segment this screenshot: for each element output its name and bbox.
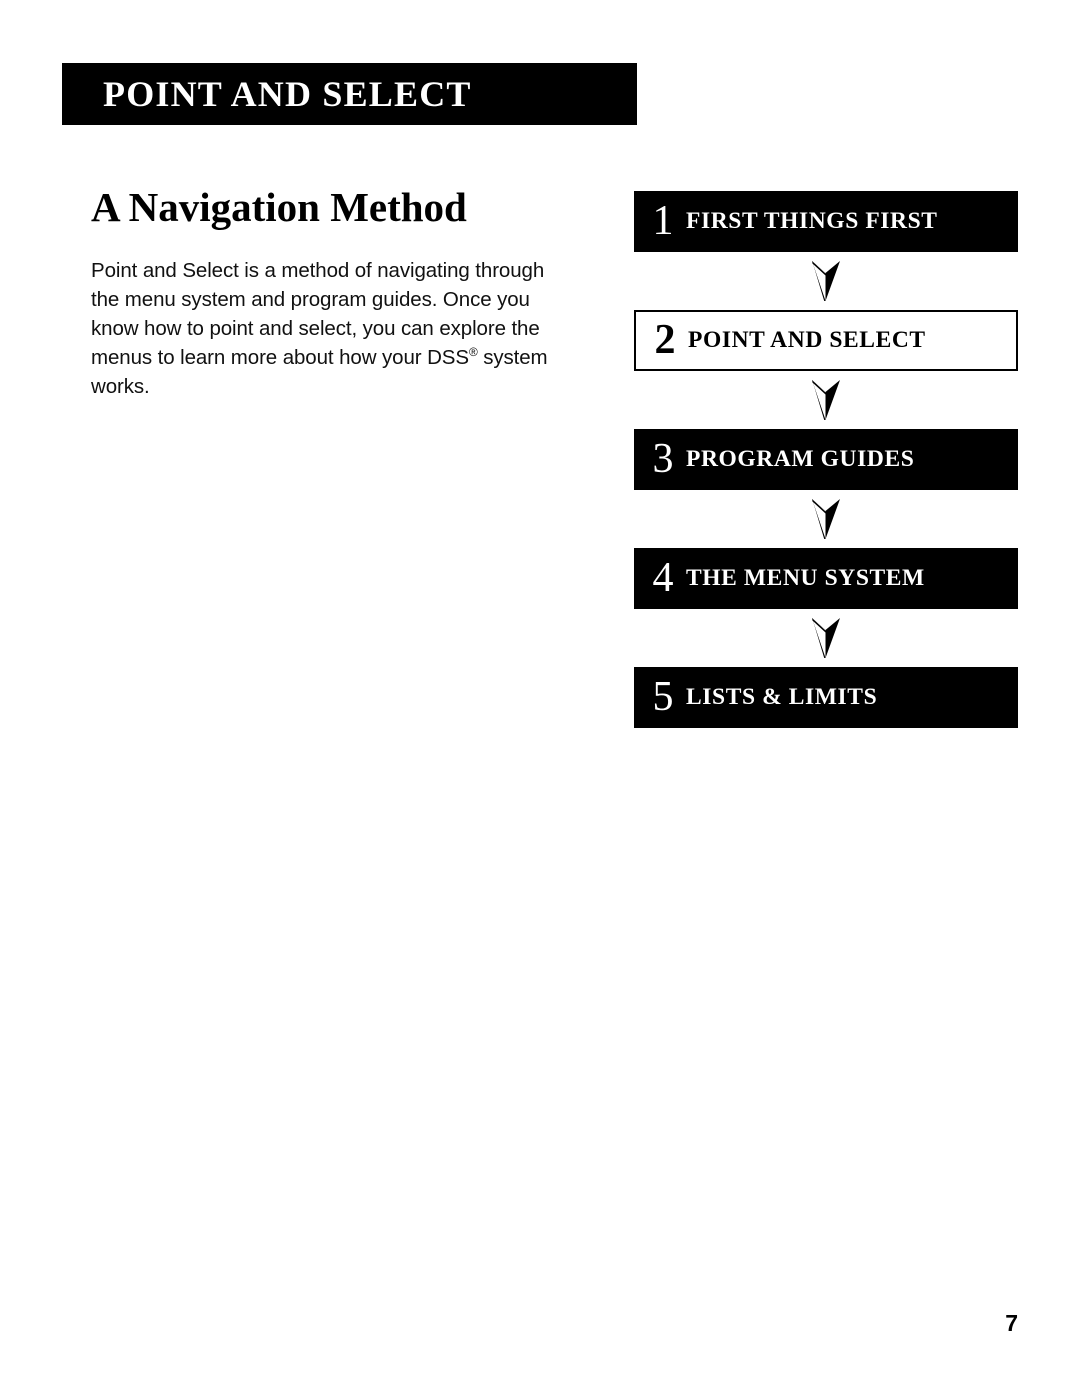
flow-step-1: 1 FIRST THINGS FIRST bbox=[634, 191, 1018, 252]
flow-step-4-label: THE MENU SYSTEM bbox=[686, 564, 925, 591]
flow-step-5: 5 LISTS & LIMITS bbox=[634, 667, 1018, 728]
flow-step-1-number: 1 bbox=[652, 197, 674, 244]
flow-step-5-label: LISTS & LIMITS bbox=[686, 683, 878, 710]
chapter-header-banner: POINT AND SELECT bbox=[62, 63, 637, 125]
page-number: 7 bbox=[1005, 1310, 1018, 1336]
body-paragraph: Point and Select is a method of navigati… bbox=[91, 256, 571, 402]
flow-step-2: 2 POINT AND SELECT bbox=[634, 310, 1018, 371]
flow-step-3-number: 3 bbox=[652, 435, 674, 482]
flow-step-1-label: FIRST THINGS FIRST bbox=[686, 207, 938, 234]
flow-connector-2 bbox=[634, 371, 1018, 429]
down-arrow-icon bbox=[809, 616, 843, 660]
chapter-flow-diagram: 1 FIRST THINGS FIRST 2 POINT AND SELECT bbox=[634, 191, 1018, 728]
registered-trademark-symbol: ® bbox=[468, 345, 478, 360]
flow-step-4-number: 4 bbox=[652, 554, 674, 601]
flow-step-3-label: PROGRAM GUIDES bbox=[686, 445, 915, 472]
chapter-title: POINT AND SELECT bbox=[103, 74, 472, 114]
flow-step-2-label: POINT AND SELECT bbox=[688, 326, 926, 353]
flow-step-4: 4 THE MENU SYSTEM bbox=[634, 548, 1018, 609]
main-text-column: A Navigation Method Point and Select is … bbox=[91, 184, 581, 402]
flow-connector-1 bbox=[634, 252, 1018, 310]
down-arrow-icon bbox=[809, 259, 843, 303]
flow-step-5-number: 5 bbox=[652, 673, 674, 720]
flow-connector-4 bbox=[634, 609, 1018, 667]
flow-step-3: 3 PROGRAM GUIDES bbox=[634, 429, 1018, 490]
down-arrow-icon bbox=[809, 497, 843, 541]
section-heading: A Navigation Method bbox=[91, 184, 467, 230]
flow-step-2-number: 2 bbox=[654, 316, 676, 363]
document-page: POINT AND SELECT A Navigation Method Poi… bbox=[0, 0, 1080, 1397]
flow-connector-3 bbox=[634, 490, 1018, 548]
down-arrow-icon bbox=[809, 378, 843, 422]
